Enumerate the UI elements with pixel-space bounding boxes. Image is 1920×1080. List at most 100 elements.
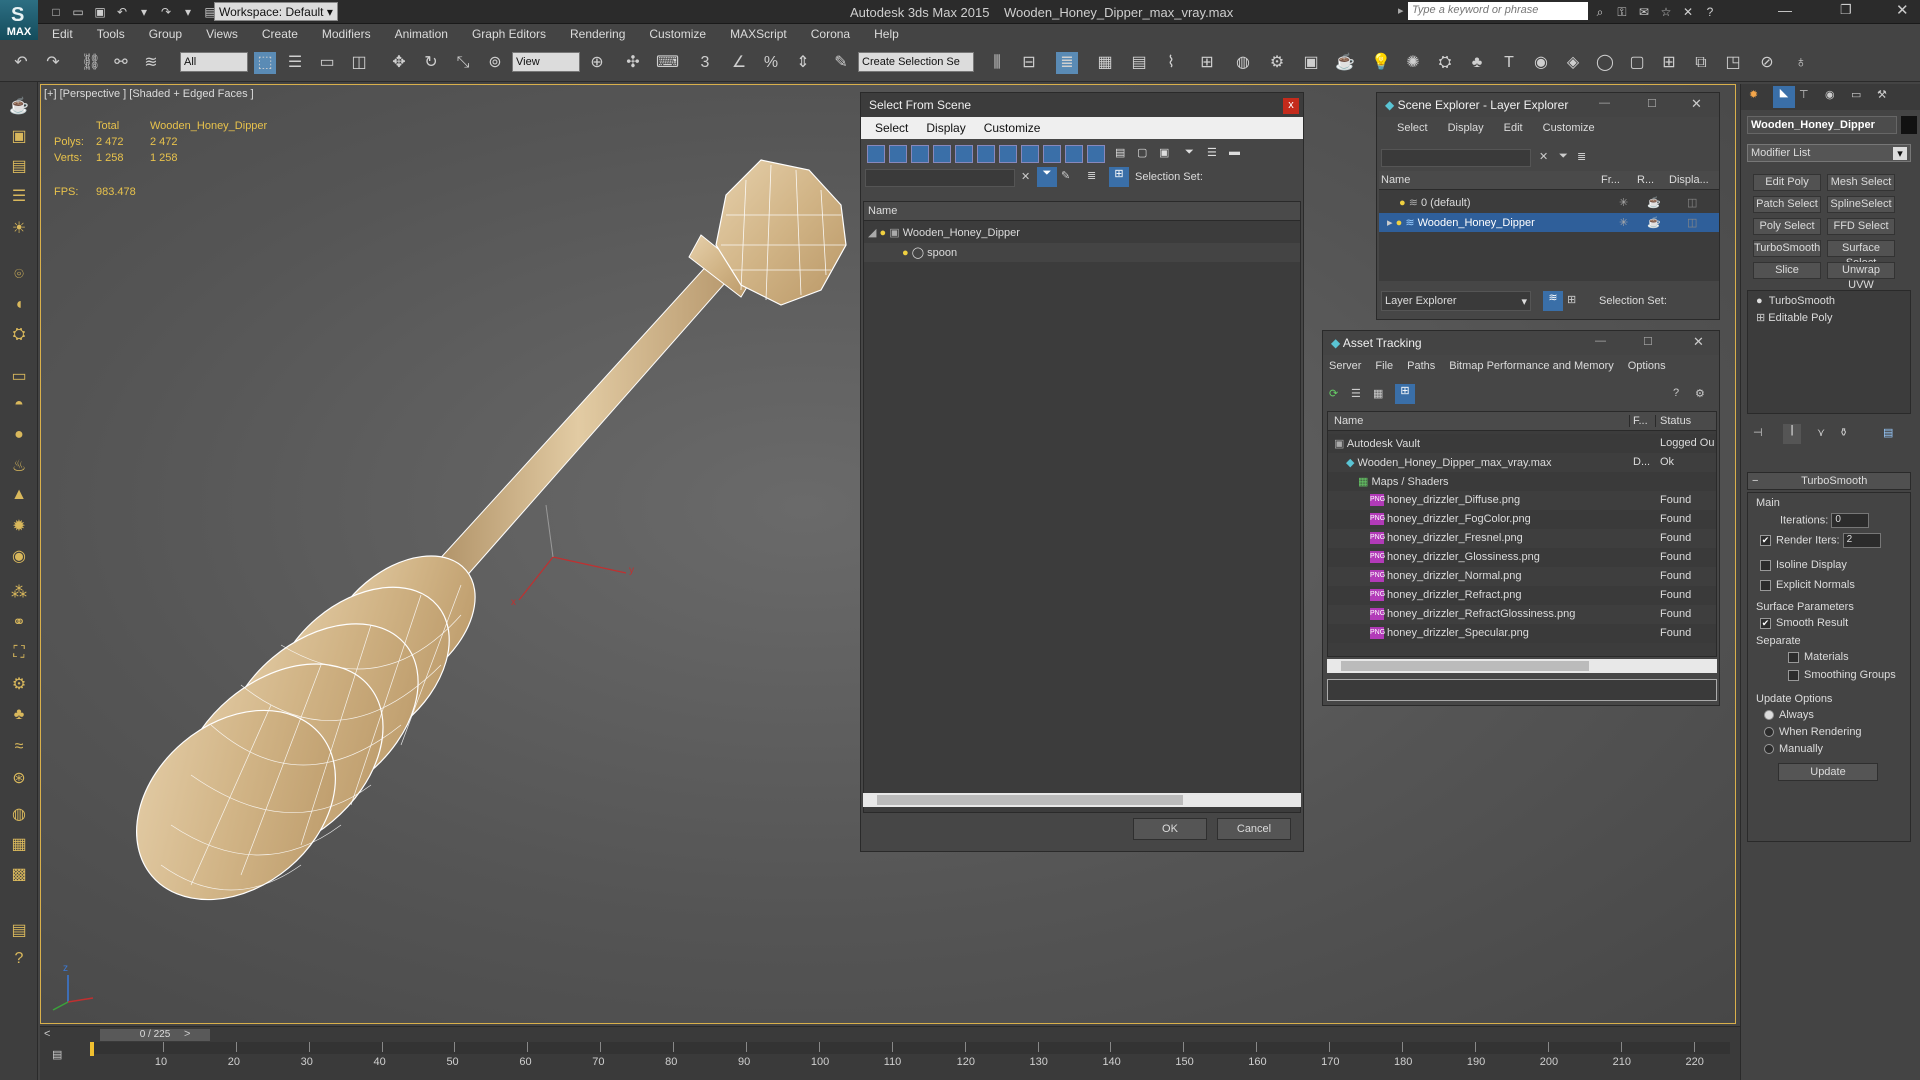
always-radio[interactable] [1764,710,1774,721]
link-icon[interactable]: ⛓ [80,52,102,74]
spline-select-button[interactable]: SplineSelect [1827,196,1895,213]
layer-options-icon[interactable]: ≣ [1577,150,1586,163]
when-rendering-row[interactable]: When Rendering [1764,726,1862,738]
display-icon[interactable]: ◫ [1687,196,1697,209]
minimize-icon[interactable]: — [1599,97,1610,109]
slice-button[interactable]: Slice [1753,262,1821,279]
helper-filter-icon[interactable] [955,145,973,163]
render-production-icon[interactable]: ☕ [1334,52,1356,74]
globe-icon[interactable]: ◍ [8,804,30,826]
render-iters-spinner[interactable]: 2 [1842,533,1881,548]
menu-views[interactable]: Views [194,24,250,44]
edit-named-selection-icon[interactable]: ✎ [830,52,852,74]
minimize-icon[interactable]: — [1595,335,1606,347]
select-invert-icon[interactable]: ▣ [1159,146,1173,162]
undo-icon[interactable]: ↶ [10,52,32,74]
filter-funnel-icon[interactable]: ⏷ [1185,146,1199,162]
light-bulb-icon[interactable]: 💡 [1370,52,1392,74]
horizontal-scrollbar[interactable] [863,793,1301,807]
snaps-toggle-icon[interactable]: 3 [694,52,716,74]
when-rendering-radio[interactable] [1764,727,1774,738]
asset-row[interactable]: PNG honey_drizzler_FogColor.png Found [1328,510,1716,529]
help-icon[interactable]: ? [1702,4,1718,20]
configure-sets-icon[interactable]: ▤ [1883,426,1893,439]
layer-row-honey-dipper[interactable]: ▸ ● ≋ Wooden_Honey_Dipper ✳ ☕ ◫ [1379,213,1719,232]
favorites-star-icon[interactable]: ☆ [1658,4,1674,20]
sun-icon[interactable]: ✺ [1402,52,1424,74]
close-icon[interactable]: ✕ [1693,334,1704,350]
named-selection-dropdown[interactable]: Create Selection Se [858,52,974,72]
render-icon[interactable]: ▣ [8,126,30,148]
curve-editor-mini-icon[interactable]: ▤ [52,1048,62,1061]
object-name-field[interactable]: Wooden_Honey_Dipper [1747,116,1897,134]
document-icon[interactable]: ▤ [8,920,30,942]
asset-row[interactable]: PNG honey_drizzler_Normal.png Found [1328,567,1716,586]
keyboard-shortcut-icon[interactable]: ⌨ [656,52,679,74]
pin-stack-icon[interactable]: ⊣ [1753,426,1763,439]
teapot-icon[interactable]: ☕ [8,96,30,118]
asset-row[interactable]: PNG honey_drizzler_Specular.png Found [1328,624,1716,643]
graphite-ribbon-icon[interactable]: ▤ [1128,52,1150,74]
exchange-icon[interactable]: ✕ [1680,4,1696,20]
toggle-scene-explorer-icon[interactable]: ≣ [1056,52,1078,74]
redo-icon[interactable]: ↷ [158,4,174,20]
ref-coord-dropdown[interactable]: View [512,52,580,72]
modify-tab-icon[interactable]: ◣ [1773,86,1795,108]
cone-icon[interactable]: ▲ [8,486,30,508]
light-filter-icon[interactable] [911,145,929,163]
col-display[interactable]: Displa... [1669,174,1715,186]
sun-icon[interactable]: ✹ [8,516,30,538]
list-icon[interactable]: ☰ [8,186,30,208]
light-bulb-icon[interactable]: ● [1396,217,1403,229]
ffd-select-button[interactable]: FFD Select [1827,218,1895,235]
object-color-swatch[interactable] [1901,116,1917,134]
col-full-path[interactable]: F... [1630,415,1656,427]
thumbnail-view-icon[interactable]: ▦ [1373,387,1383,400]
modifier-list-dropdown[interactable]: Modifier List ▾ [1747,144,1911,162]
plant-icon[interactable]: ♣ [8,706,30,728]
maximize-icon[interactable]: ☐ [1647,97,1657,110]
smoothing-groups-checkbox[interactable] [1788,669,1799,681]
ball-icon[interactable]: ◉ [8,546,30,568]
help-circle-icon[interactable]: ? [8,950,30,972]
turbosmooth-button[interactable]: TurboSmooth [1753,240,1821,257]
iterations-spinner[interactable]: 0 [1831,513,1870,528]
angle-snap-icon[interactable]: ∠ [728,52,750,74]
menu-bitmap-performance[interactable]: Bitmap Performance and Memory [1443,357,1621,377]
settings-icon[interactable]: ⚙ [1695,387,1705,400]
display-tab-icon[interactable]: ▭ [1851,88,1861,101]
save-file-icon[interactable]: ▣ [92,4,108,20]
menu-help[interactable]: Help [862,24,911,44]
make-unique-icon[interactable]: ⋎ [1817,426,1825,439]
speaker-icon[interactable]: ◖ [8,296,30,318]
material-editor-icon[interactable]: ◍ [1232,52,1254,74]
menu-create[interactable]: Create [250,24,310,44]
list-view-icon[interactable]: ☰ [1351,387,1361,400]
workspace-dropdown[interactable]: Workspace: Default ▾ [214,2,338,21]
turbosmooth-rollout-header[interactable]: − TurboSmooth [1747,472,1911,490]
lamp-icon[interactable]: ♁ [1790,52,1812,74]
filter-icon[interactable]: ⏷ [1559,150,1568,163]
stack-item-editable-poly[interactable]: ⊞ Editable Poly [1756,311,1833,324]
col-status[interactable]: Status [1656,415,1716,427]
select-none-icon[interactable]: ▢ [1137,146,1151,162]
menu-select[interactable]: Select [867,117,918,139]
sphere-icon[interactable]: ◯ [1594,52,1616,74]
text-icon[interactable]: T [1498,52,1520,74]
xref-filter-icon[interactable] [1021,145,1039,163]
col-name[interactable]: Name [1328,415,1630,427]
menu-select[interactable]: Select [1377,119,1438,139]
smooth-result-row[interactable]: ✔ Smooth Result [1760,617,1848,629]
geometry-filter-icon[interactable] [867,145,885,163]
asset-row[interactable]: ◆ Wooden_Honey_Dipper_max_vray.max D... Ok [1328,453,1716,472]
light-icon[interactable]: ☀ [8,218,30,240]
menu-display[interactable]: Display [1438,119,1494,139]
display-icon[interactable]: ◫ [1687,216,1697,229]
tree-icon[interactable]: ♣ [1466,52,1488,74]
binoculars-icon[interactable]: ⌕ [1592,4,1608,20]
dome-icon[interactable]: ◓ [8,396,30,418]
render-teapot-icon[interactable]: ☕ [1647,216,1661,229]
menu-edit[interactable]: Edit [1494,119,1533,139]
layer-toggle-icon[interactable]: ≋ [1543,291,1563,311]
find-options-icon[interactable]: ✎ [1061,169,1070,182]
